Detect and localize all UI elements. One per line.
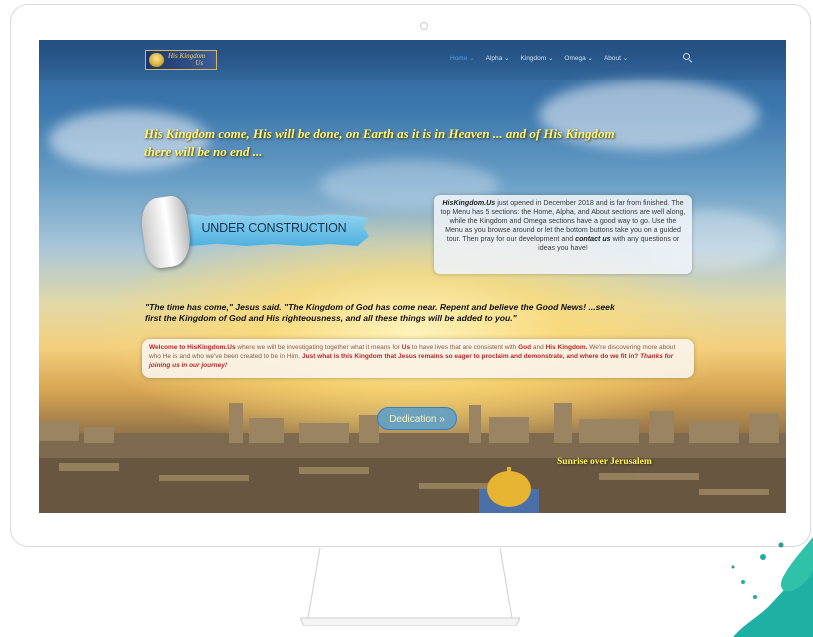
quote-line2: first the Kingdom of God and His righteo… <box>145 312 517 323</box>
search-icon[interactable] <box>683 53 690 60</box>
nav-item-alpha[interactable]: Alpha ⌄ <box>486 54 510 62</box>
welcome-text: to have lives that are consistent with <box>410 344 519 351</box>
crown-icon <box>149 53 164 67</box>
nav-item-omega[interactable]: Omega ⌄ <box>564 54 593 62</box>
site-header: His Kingdom Us Home ⌄ Alpha ⌄ Kingdom ⌄ … <box>39 40 786 80</box>
hero-headline-line1: His Kingdom come, His will be done, on E… <box>144 126 615 141</box>
paper-roll-graphic <box>138 194 194 270</box>
hero-headline-line2: there will be no end ... <box>144 144 263 159</box>
info-box: HisKingdom.Us just opened in December 20… <box>434 195 692 274</box>
hero-headline: His Kingdom come, His will be done, on E… <box>144 125 704 161</box>
under-construction-label: UNDER CONSTRUCTION <box>201 221 347 235</box>
logo-text: His Kingdom Us <box>168 53 205 67</box>
welcome-box: Welcome to HisKingdom.Us where we will b… <box>142 339 694 378</box>
nav-item-home[interactable]: Home ⌄ <box>450 54 475 62</box>
monitor-stand <box>300 548 520 626</box>
logo-text-line2: Us <box>195 59 204 67</box>
quote-line1: "The time has come," Jesus said. "The Ki… <box>145 302 615 312</box>
nav-item-kingdom[interactable]: Kingdom ⌄ <box>520 54 553 62</box>
image-caption: Sunrise over Jerusalem <box>557 457 652 467</box>
welcome-text: and <box>531 344 546 351</box>
under-construction-banner: UNDER CONSTRUCTION <box>138 194 393 270</box>
paint-splash-decoration <box>731 537 813 637</box>
contact-us-link[interactable]: contact us <box>575 235 610 243</box>
website-screen: His Kingdom Us Home ⌄ Alpha ⌄ Kingdom ⌄ … <box>39 40 786 513</box>
welcome-god: God <box>518 344 532 351</box>
site-logo[interactable]: His Kingdom Us <box>145 50 217 70</box>
camera-dot <box>420 22 428 30</box>
dedication-button[interactable]: Dedication » <box>377 407 457 430</box>
scripture-quote: "The time has come," Jesus said. "The Ki… <box>145 302 705 323</box>
welcome-heading: Welcome to HisKingdom.Us <box>149 344 236 351</box>
welcome-question: Just what is this Kingdom that Jesus rem… <box>302 353 639 360</box>
nav-item-about[interactable]: About ⌄ <box>604 54 628 62</box>
main-nav: Home ⌄ Alpha ⌄ Kingdom ⌄ Omega ⌄ About ⌄ <box>450 54 628 62</box>
welcome-us: Us <box>401 344 411 351</box>
welcome-his-kingdom: His Kingdom. <box>545 344 588 351</box>
info-site-name: HisKingdom.Us <box>442 199 496 207</box>
welcome-text: where we will be investigating together … <box>235 344 402 351</box>
